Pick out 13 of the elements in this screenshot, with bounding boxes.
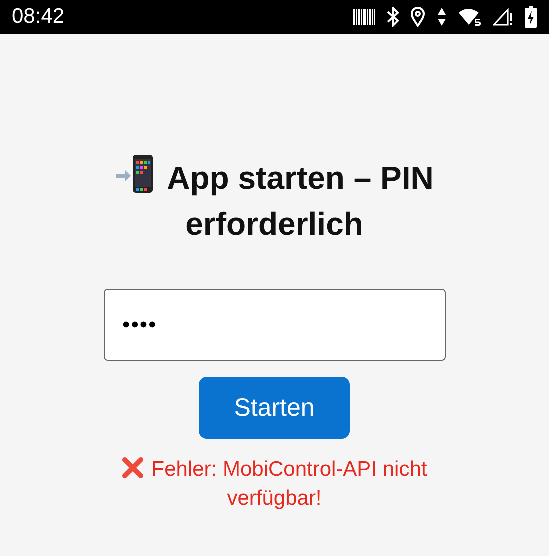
error-message: Fehler: MobiControl-API nicht verfügbar! xyxy=(152,458,428,510)
start-button[interactable]: Starten xyxy=(199,377,350,439)
bluetooth-icon xyxy=(387,7,399,27)
pin-field[interactable]: •••• xyxy=(104,289,446,361)
signal-icon xyxy=(493,8,513,26)
cross-icon xyxy=(122,457,144,479)
location-icon xyxy=(411,7,425,27)
wifi-icon xyxy=(459,8,481,26)
battery-charging-icon xyxy=(525,6,537,28)
page-title: App starten – PIN erforderlich xyxy=(167,160,434,242)
status-time: 08:42 xyxy=(12,5,65,29)
barcode-icon xyxy=(353,9,375,25)
data-arrows-icon xyxy=(437,7,447,27)
